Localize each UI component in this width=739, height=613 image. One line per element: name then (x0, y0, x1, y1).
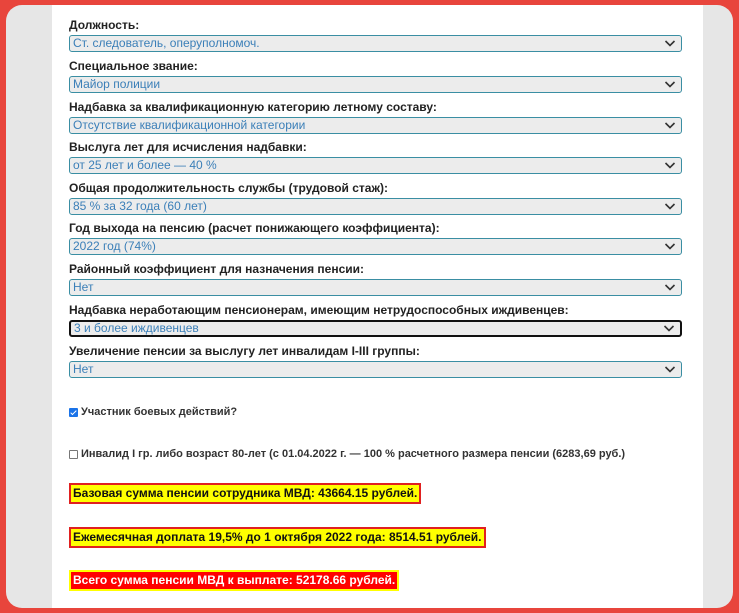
chevron-down-icon (664, 366, 676, 373)
qualification-label: Надбавка за квалификационную категорию л… (69, 100, 437, 114)
dependents-value: 3 и более иждивенцев (74, 321, 199, 335)
position-field: Должность: Ст. следователь, оперуполномо… (69, 17, 682, 52)
dependents-field: Надбавка неработающим пенсионерам, имеющ… (69, 302, 682, 337)
qualification-field: Надбавка за квалификационную категорию л… (69, 99, 682, 134)
invalid-80-checkbox[interactable] (69, 449, 78, 459)
combat-veteran-checkbox-row[interactable]: Участник боевых действий? (69, 406, 237, 418)
combat-veteran-checkbox[interactable] (69, 407, 78, 417)
retirement-year-value: 2022 год (74%) (73, 239, 156, 253)
chevron-down-icon (663, 325, 675, 332)
seniority-value: от 25 лет и более — 40 % (73, 158, 217, 172)
chevron-down-icon (664, 40, 676, 47)
chevron-down-icon (664, 122, 676, 129)
regional-coef-field: Районный коэффициент для назначения пенс… (69, 261, 682, 296)
retirement-year-select[interactable]: 2022 год (74%) (69, 238, 682, 255)
disability-label: Увеличение пенсии за выслугу лет инвалид… (69, 344, 420, 358)
regional-coef-label: Районный коэффициент для назначения пенс… (69, 262, 365, 276)
disability-field: Увеличение пенсии за выслугу лет инвалид… (69, 343, 682, 378)
combat-veteran-label: Участник боевых действий? (81, 406, 238, 418)
qualification-select[interactable]: Отсутствие квалификационной категории (69, 117, 682, 134)
dependents-select[interactable]: 3 и более иждивенцев (69, 320, 682, 337)
disability-value: Нет (73, 362, 94, 376)
chevron-down-icon (664, 243, 676, 250)
disability-select[interactable]: Нет (69, 361, 682, 378)
calculator-panel: Должность: Ст. следователь, оперуполномо… (52, 5, 703, 608)
regional-coef-select[interactable]: Нет (69, 279, 682, 296)
seniority-field: Выслуга лет для исчисления надбавки: от … (69, 139, 682, 174)
regional-coef-value: Нет (73, 280, 94, 294)
rank-label: Специальное звание: (69, 59, 198, 73)
dependents-label: Надбавка неработающим пенсионерам, имеющ… (69, 303, 569, 317)
service-length-field: Общая продолжительность службы (трудовой… (69, 180, 682, 215)
chevron-down-icon (664, 203, 676, 210)
service-length-label: Общая продолжительность службы (трудовой… (69, 181, 388, 195)
monthly-extra-result: Ежемесячная доплата 19,5% до 1 октября 2… (69, 527, 486, 548)
rank-field: Специальное звание: Майор полиции (69, 58, 682, 93)
rank-value: Майор полиции (73, 77, 161, 91)
seniority-select[interactable]: от 25 лет и более — 40 % (69, 157, 682, 174)
chevron-down-icon (664, 162, 676, 169)
qualification-value: Отсутствие квалификационной категории (73, 118, 306, 132)
total-pension-result: Всего сумма пенсии МВД к выплате: 52178.… (69, 570, 400, 591)
chevron-down-icon (664, 284, 676, 291)
position-select[interactable]: Ст. следователь, оперуполномоч. (69, 35, 682, 52)
seniority-label: Выслуга лет для исчисления надбавки: (69, 140, 307, 154)
retirement-year-label: Год выхода на пенсию (расчет понижающего… (69, 221, 440, 235)
rank-select[interactable]: Майор полиции (69, 76, 682, 93)
outer-frame: Должность: Ст. следователь, оперуполномо… (6, 5, 733, 608)
service-length-value: 85 % за 32 года (60 лет) (73, 199, 207, 213)
invalid-80-checkbox-row[interactable]: Инвалид I гр. либо возраст 80-лет (с 01.… (69, 448, 625, 460)
base-pension-result: Базовая сумма пенсии сотрудника МВД: 436… (69, 483, 422, 504)
position-label: Должность: (69, 18, 140, 32)
chevron-down-icon (664, 81, 676, 88)
position-value: Ст. следователь, оперуполномоч. (73, 36, 260, 50)
retirement-year-field: Год выхода на пенсию (расчет понижающего… (69, 220, 682, 255)
service-length-select[interactable]: 85 % за 32 года (60 лет) (69, 198, 682, 215)
invalid-80-label: Инвалид I гр. либо возраст 80-лет (с 01.… (81, 448, 626, 460)
